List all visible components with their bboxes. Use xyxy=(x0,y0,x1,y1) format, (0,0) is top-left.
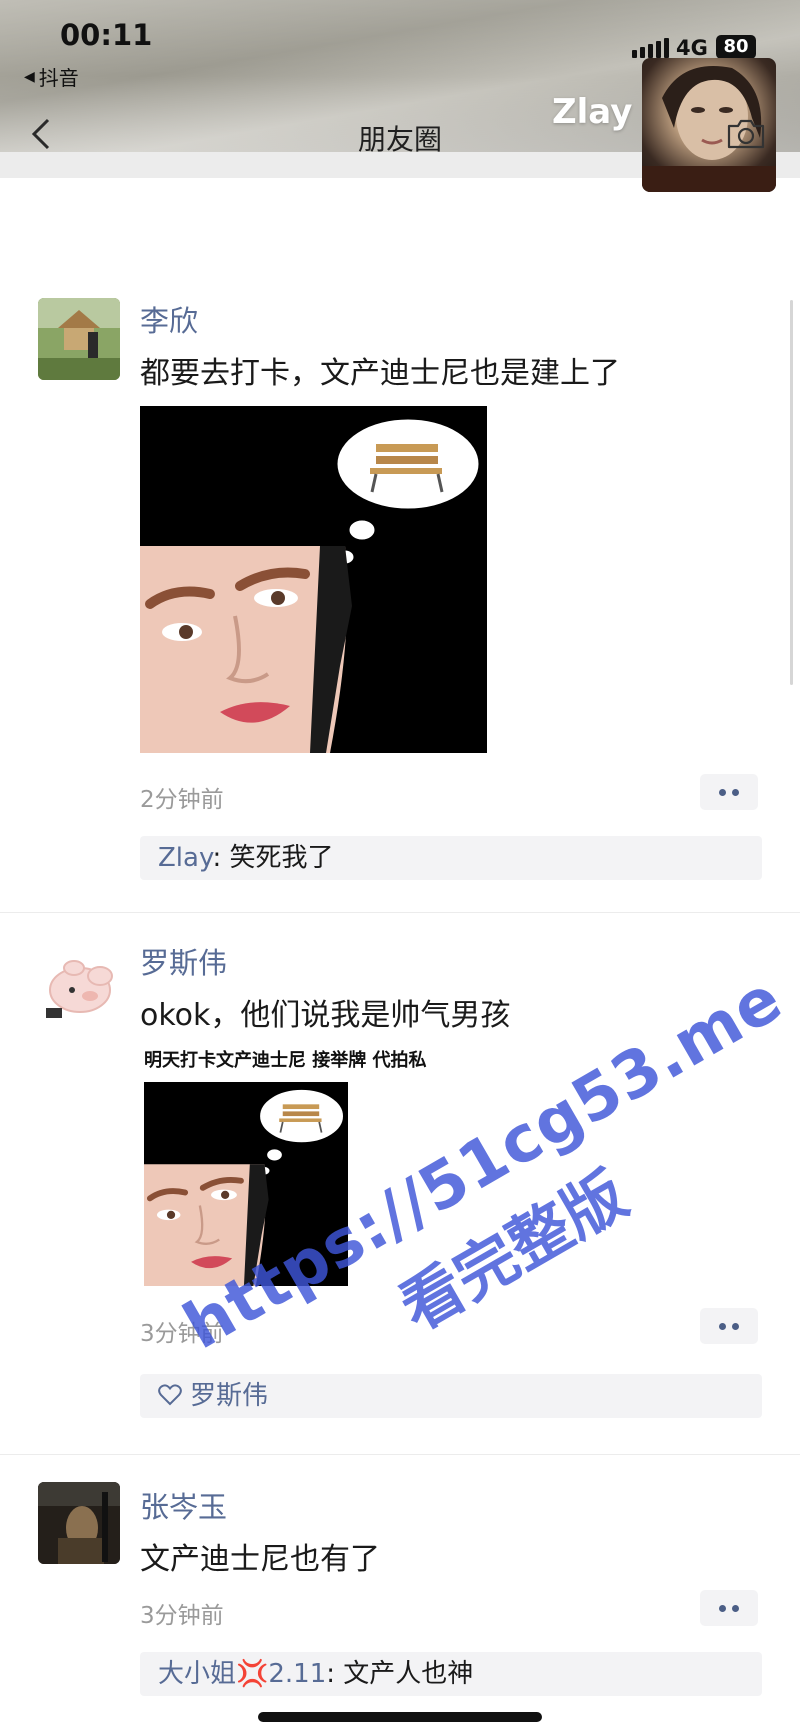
like-user[interactable]: 罗斯伟 xyxy=(190,1381,268,1411)
comment-box[interactable]: 大小姐💢2.11: 文产人也神 xyxy=(140,1652,762,1696)
profile-name[interactable]: Zlay xyxy=(552,92,632,132)
comment-separator: : xyxy=(326,1659,344,1689)
post-text: 都要去打卡，文产迪士尼也是建上了 xyxy=(140,356,620,391)
status-time: 00:11 xyxy=(60,18,153,52)
meme-face-illustration xyxy=(144,1082,348,1286)
post-image[interactable] xyxy=(140,406,487,753)
post-action-more-button[interactable] xyxy=(700,1590,758,1626)
post-time: 2分钟前 xyxy=(140,787,224,813)
post-avatar[interactable] xyxy=(38,946,120,1028)
post-action-more-button[interactable] xyxy=(700,1308,758,1344)
post-author-name[interactable]: 罗斯伟 xyxy=(140,940,227,982)
back-triangle-icon: ◀ xyxy=(24,68,35,85)
comment-box[interactable]: Zlay: 笑死我了 xyxy=(140,836,762,880)
comment-text: 文产人也神 xyxy=(343,1659,474,1689)
post-avatar[interactable] xyxy=(38,298,120,380)
heart-icon xyxy=(158,1384,182,1406)
post-text: 文产迪士尼也有了 xyxy=(140,1542,380,1577)
comment-separator: : xyxy=(212,843,230,873)
home-indicator[interactable] xyxy=(258,1712,542,1722)
scrollbar[interactable] xyxy=(790,300,793,685)
comment-text: 笑死我了 xyxy=(229,843,334,873)
post-text: okok，他们说我是帅气男孩 xyxy=(140,998,511,1033)
back-to-app-link[interactable]: ◀ 抖音 xyxy=(24,62,79,91)
post-action-more-button[interactable] xyxy=(700,774,758,810)
camera-icon[interactable] xyxy=(726,118,766,150)
likes-box[interactable]: 罗斯伟 xyxy=(140,1374,762,1418)
avatar-photo-illustration xyxy=(38,1482,120,1564)
post-divider xyxy=(0,1454,800,1455)
moments-header: 00:11 ◀ 抖音 4G 80 朋友圈 Zlay xyxy=(0,0,800,192)
image-caption: 明天打卡文产迪士尼 接举牌 代拍私 xyxy=(144,1050,427,1071)
back-app-label: 抖音 xyxy=(38,66,79,90)
post-time: 3分钟前 xyxy=(140,1321,224,1347)
signal-icon xyxy=(632,38,669,58)
avatar-scenery-illustration xyxy=(38,298,120,380)
post-image-inner xyxy=(144,1082,348,1286)
battery-indicator: 80 xyxy=(716,35,756,59)
meme-face-illustration xyxy=(140,406,487,753)
network-label: 4G xyxy=(676,36,708,60)
post-time: 3分钟前 xyxy=(140,1603,224,1629)
comment-author[interactable]: Zlay xyxy=(158,843,212,873)
comment-author[interactable]: 大小姐💢2.11 xyxy=(158,1659,326,1689)
post-image[interactable]: 明天打卡文产迪士尼 接举牌 代拍私 xyxy=(140,1046,480,1296)
post-divider xyxy=(0,912,800,913)
avatar-cartoon-pig-icon xyxy=(38,946,120,1028)
post-avatar[interactable] xyxy=(38,1482,120,1564)
post-author-name[interactable]: 李欣 xyxy=(140,298,198,340)
post-author-name[interactable]: 张岑玉 xyxy=(140,1484,227,1526)
